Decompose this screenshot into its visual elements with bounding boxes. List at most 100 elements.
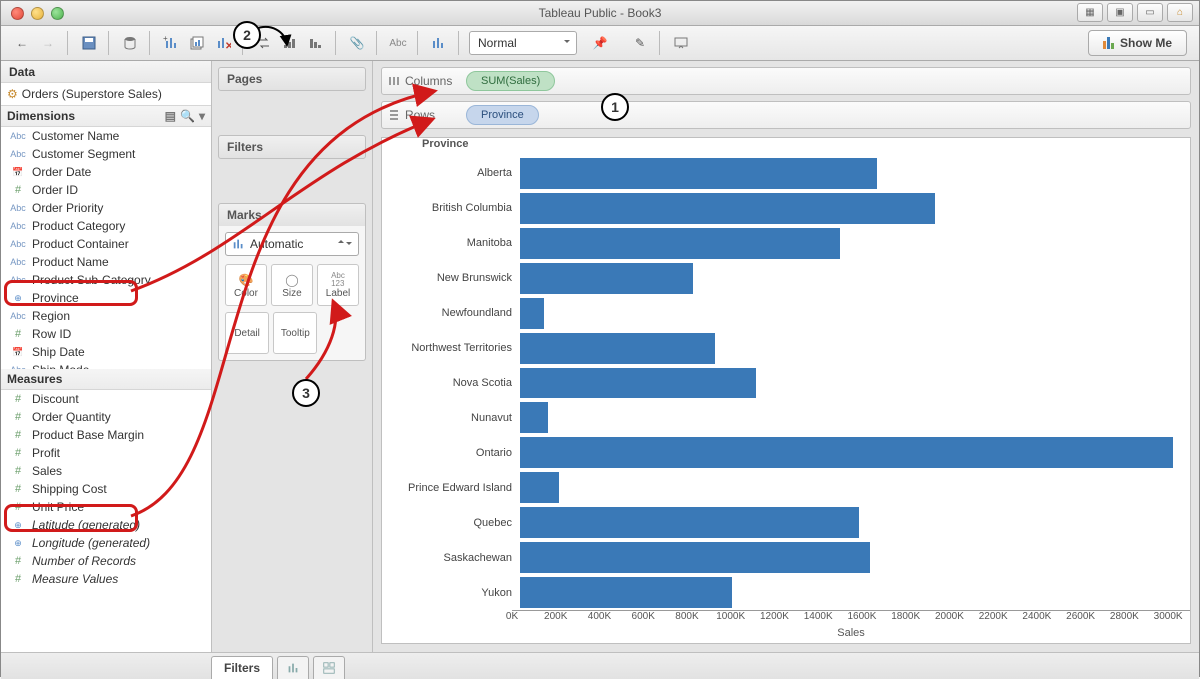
columns-icon <box>388 75 400 87</box>
show-labels-button[interactable]: Abc <box>387 32 409 54</box>
new-dashboard-tab[interactable] <box>313 656 345 679</box>
field-region[interactable]: AbcRegion <box>1 307 211 325</box>
field-longitude-generated-[interactable]: ⊕Longitude (generated) <box>1 534 211 552</box>
field-discount[interactable]: #Discount <box>1 390 211 408</box>
sort-desc-button[interactable] <box>305 32 327 54</box>
presentation-mode-button[interactable] <box>670 32 692 54</box>
duplicate-sheet-button[interactable] <box>186 32 208 54</box>
clear-sheet-button[interactable]: ✕ <box>212 32 234 54</box>
columns-pill-sum-sales[interactable]: SUM(Sales) <box>466 71 555 91</box>
show-me-button[interactable]: Show Me <box>1088 30 1187 56</box>
search-icon[interactable]: 🔍 <box>180 109 195 123</box>
pages-shelf[interactable]: Pages <box>218 67 366 91</box>
mark-type-dropdown[interactable]: Automatic <box>225 232 359 256</box>
pin-axis-button[interactable]: 📌 <box>589 32 611 54</box>
fit-dropdown[interactable]: Normal <box>469 31 577 55</box>
field-product-category[interactable]: AbcProduct Category <box>1 217 211 235</box>
columns-shelf-label: Columns <box>388 74 458 88</box>
chart-bar[interactable] <box>520 542 870 573</box>
zoom-window-icon[interactable] <box>51 7 64 20</box>
save-button[interactable] <box>78 32 100 54</box>
chart-bar[interactable] <box>520 507 859 538</box>
field-profit[interactable]: #Profit <box>1 444 211 462</box>
field-measure-values[interactable]: #Measure Values <box>1 570 211 588</box>
x-tick: 2000K <box>935 611 964 622</box>
rows-pill-province[interactable]: Province <box>466 105 539 125</box>
chart-row-label: Prince Edward Island <box>382 482 520 494</box>
measures-heading-label: Measures <box>7 372 62 386</box>
chart-bar[interactable] <box>520 298 544 329</box>
marks-color-label: Color <box>234 288 258 299</box>
new-worksheet-tab[interactable] <box>277 656 309 679</box>
field-latitude-generated-[interactable]: ⊕Latitude (generated) <box>1 516 211 534</box>
rows-shelf[interactable]: Rows Province <box>381 101 1191 129</box>
view-mode-3-button[interactable]: ▭ <box>1137 3 1163 22</box>
view-cards-button[interactable] <box>428 32 450 54</box>
chart-bar[interactable] <box>520 577 732 608</box>
field-customer-segment[interactable]: AbcCustomer Segment <box>1 145 211 163</box>
chart-row: Prince Edward Island <box>382 470 1190 505</box>
field-order-id[interactable]: #Order ID <box>1 181 211 199</box>
field-province[interactable]: ⊕Province <box>1 289 211 307</box>
field-label: Region <box>32 308 70 324</box>
field-row-id[interactable]: #Row ID <box>1 325 211 343</box>
marks-tooltip-button[interactable]: Tooltip <box>273 312 317 354</box>
columns-shelf[interactable]: Columns SUM(Sales) <box>381 67 1191 95</box>
field-product-name[interactable]: AbcProduct Name <box>1 253 211 271</box>
marks-color-button[interactable]: 🎨Color <box>225 264 267 306</box>
svg-text:+: + <box>163 35 168 43</box>
x-tick: 800K <box>675 611 698 622</box>
chart-bar[interactable] <box>520 472 559 503</box>
titlebar: Tableau Public - Book3 ▦ ▣ ▭ ⌂ <box>1 1 1199 26</box>
field-product-base-margin[interactable]: #Product Base Margin <box>1 426 211 444</box>
field-order-quantity[interactable]: #Order Quantity <box>1 408 211 426</box>
new-worksheet-button[interactable]: + <box>160 32 182 54</box>
x-tick: 1600K <box>847 611 876 622</box>
marks-size-button[interactable]: ◯Size <box>271 264 313 306</box>
field-label: Product Sub-Category <box>32 272 151 288</box>
chart-bar[interactable] <box>520 158 877 189</box>
back-button[interactable]: ← <box>11 32 33 54</box>
field-unit-price[interactable]: #Unit Price <box>1 498 211 516</box>
data-source[interactable]: ⚙ Orders (Superstore Sales) <box>1 83 211 106</box>
marks-label-button[interactable]: Abc123Label <box>317 264 359 306</box>
group-button[interactable]: 📎 <box>346 32 368 54</box>
field-sales[interactable]: #Sales <box>1 462 211 480</box>
chart-bar[interactable] <box>520 437 1173 468</box>
chart-bar[interactable] <box>520 228 840 259</box>
minimize-window-icon[interactable] <box>31 7 44 20</box>
chart-bar[interactable] <box>520 193 935 224</box>
field-label: Customer Segment <box>32 146 135 162</box>
annotation-3: 3 <box>292 379 320 407</box>
filters-tab[interactable]: Filters <box>211 656 273 679</box>
chart-bar[interactable] <box>520 402 548 433</box>
field-order-priority[interactable]: AbcOrder Priority <box>1 199 211 217</box>
forward-button[interactable]: → <box>37 32 59 54</box>
filters-shelf[interactable]: Filters <box>218 135 366 159</box>
field-product-container[interactable]: AbcProduct Container <box>1 235 211 253</box>
field-customer-name[interactable]: AbcCustomer Name <box>1 127 211 145</box>
label-icon: Abc123 <box>331 272 345 288</box>
field-ship-date[interactable]: 📅Ship Date <box>1 343 211 361</box>
chart-bar[interactable] <box>520 333 715 364</box>
field-shipping-cost[interactable]: #Shipping Cost <box>1 480 211 498</box>
data-source-label: Orders (Superstore Sales) <box>22 87 162 101</box>
close-window-icon[interactable] <box>11 7 24 20</box>
highlight-button[interactable]: ✎ <box>629 32 651 54</box>
view-mode-2-button[interactable]: ▣ <box>1107 3 1133 22</box>
connect-data-button[interactable] <box>119 32 141 54</box>
view-mode-home-button[interactable]: ⌂ <box>1167 3 1193 22</box>
chart-bar[interactable] <box>520 368 756 399</box>
field-ship-mode[interactable]: AbcShip Mode <box>1 361 211 369</box>
field-label: Product Category <box>32 218 125 234</box>
filters-tab-label: Filters <box>224 661 260 675</box>
chart-bar[interactable] <box>520 263 693 294</box>
marks-detail-button[interactable]: Detail <box>225 312 269 354</box>
view-list-icon[interactable]: ▤ <box>165 109 176 123</box>
field-label: Product Name <box>32 254 109 270</box>
field-product-sub-category[interactable]: AbcProduct Sub-Category <box>1 271 211 289</box>
field-number-of-records[interactable]: #Number of Records <box>1 552 211 570</box>
dropdown-icon[interactable]: ▾ <box>199 109 205 123</box>
field-order-date[interactable]: 📅Order Date <box>1 163 211 181</box>
view-mode-1-button[interactable]: ▦ <box>1077 3 1103 22</box>
